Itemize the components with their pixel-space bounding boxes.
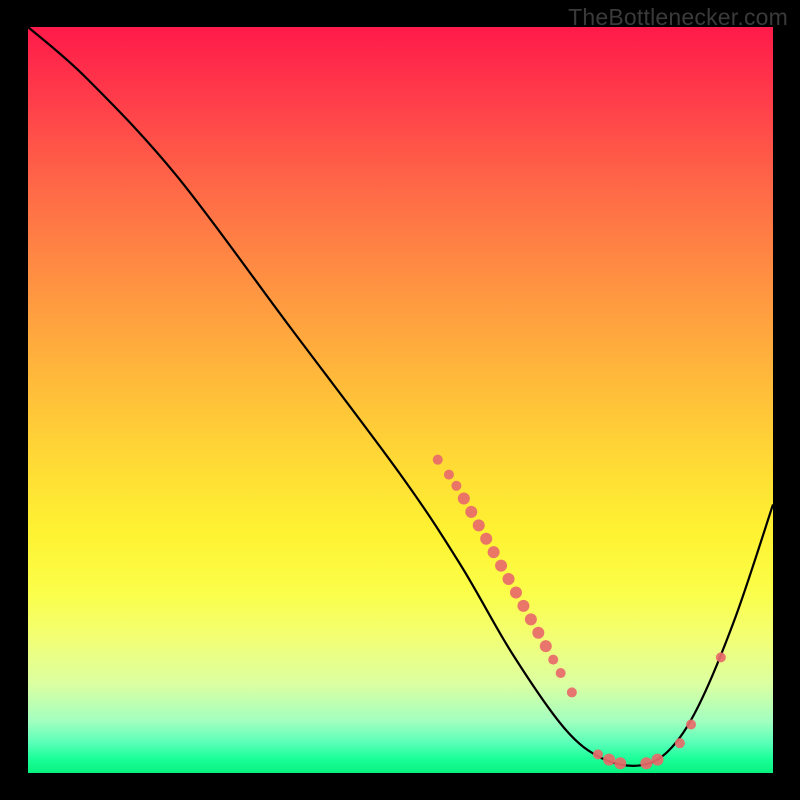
chart-scatter-series xyxy=(433,455,726,770)
scatter-point xyxy=(458,492,470,504)
scatter-point xyxy=(640,757,652,769)
scatter-point xyxy=(652,754,664,766)
scatter-point xyxy=(488,546,500,558)
chart-curve xyxy=(28,27,773,766)
scatter-point xyxy=(614,757,626,769)
scatter-point xyxy=(517,600,529,612)
scatter-point xyxy=(567,687,577,697)
scatter-point xyxy=(473,519,485,531)
scatter-point xyxy=(444,470,454,480)
scatter-point xyxy=(465,506,477,518)
scatter-point xyxy=(433,455,443,465)
scatter-point xyxy=(525,613,537,625)
scatter-point xyxy=(451,481,461,491)
scatter-point xyxy=(532,627,544,639)
scatter-point xyxy=(548,655,558,665)
chart-svg xyxy=(0,0,800,800)
scatter-point xyxy=(510,586,522,598)
scatter-point xyxy=(686,720,696,730)
bottleneck-curve xyxy=(28,27,773,766)
scatter-point xyxy=(603,754,615,766)
scatter-point xyxy=(540,640,552,652)
scatter-point xyxy=(716,652,726,662)
scatter-point xyxy=(556,668,566,678)
scatter-point xyxy=(495,560,507,572)
scatter-point xyxy=(593,749,603,759)
scatter-point xyxy=(480,533,492,545)
scatter-point xyxy=(503,573,515,585)
scatter-point xyxy=(675,738,685,748)
